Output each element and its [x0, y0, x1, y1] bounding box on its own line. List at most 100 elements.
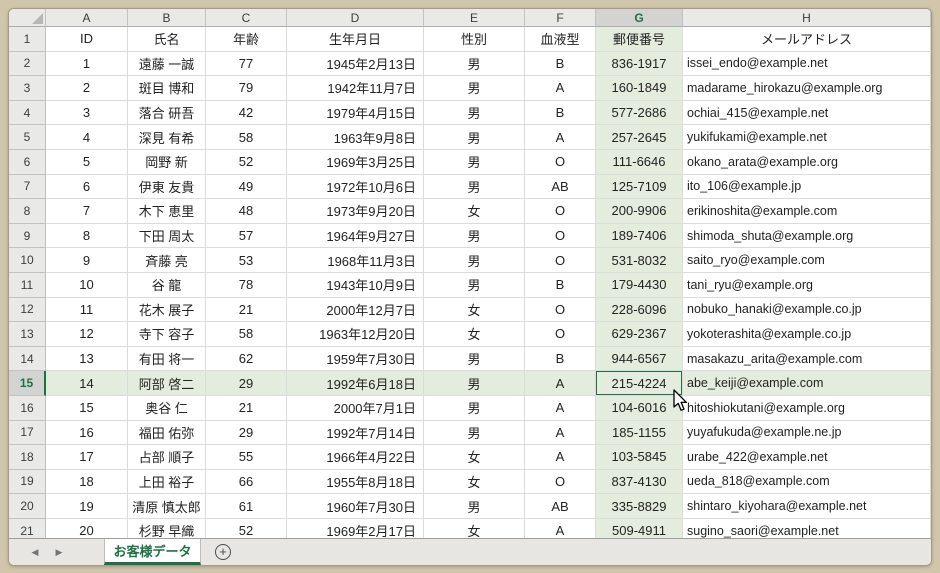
- cell-B20[interactable]: 清原 慎太郎: [128, 494, 206, 519]
- cell-F7[interactable]: AB: [525, 175, 596, 200]
- cell-C14[interactable]: 62: [206, 347, 287, 372]
- row-header-10[interactable]: 10: [9, 248, 46, 273]
- next-sheet-button[interactable]: ▶: [47, 540, 71, 565]
- cell-D9[interactable]: 1964年9月27日: [287, 224, 424, 249]
- cell-F5[interactable]: A: [525, 125, 596, 150]
- cell-F8[interactable]: O: [525, 199, 596, 224]
- cell-D4[interactable]: 1979年4月15日: [287, 101, 424, 126]
- cell-A21[interactable]: 20: [46, 519, 128, 538]
- cell-F4[interactable]: B: [525, 101, 596, 126]
- cell-C5[interactable]: 58: [206, 125, 287, 150]
- cell-B13[interactable]: 寺下 容子: [128, 322, 206, 347]
- column-header-D[interactable]: D: [287, 9, 424, 27]
- cell-B10[interactable]: 斉藤 亮: [128, 248, 206, 273]
- cell-D10[interactable]: 1968年11月3日: [287, 248, 424, 273]
- row-header-11[interactable]: 11: [9, 273, 46, 298]
- cell-H16[interactable]: hitoshiokutani@example.org: [683, 396, 931, 421]
- cell-G4[interactable]: 577-2686: [596, 101, 683, 126]
- cell-E8[interactable]: 女: [424, 199, 525, 224]
- cell-D21[interactable]: 1969年2月17日: [287, 519, 424, 538]
- cell-F21[interactable]: A: [525, 519, 596, 538]
- cell-G1[interactable]: 郵便番号: [596, 27, 683, 52]
- cell-F17[interactable]: A: [525, 421, 596, 446]
- cell-A20[interactable]: 19: [46, 494, 128, 519]
- cell-E18[interactable]: 女: [424, 445, 525, 470]
- cell-F1[interactable]: 血液型: [525, 27, 596, 52]
- cell-D6[interactable]: 1969年3月25日: [287, 150, 424, 175]
- cell-D3[interactable]: 1942年11月7日: [287, 76, 424, 101]
- cell-G20[interactable]: 335-8829: [596, 494, 683, 519]
- column-header-F[interactable]: F: [525, 9, 596, 27]
- cell-G16[interactable]: 104-6016: [596, 396, 683, 421]
- cell-H2[interactable]: issei_endo@example.net: [683, 52, 931, 77]
- cell-C18[interactable]: 55: [206, 445, 287, 470]
- row-header-20[interactable]: 20: [9, 494, 46, 519]
- cell-E7[interactable]: 男: [424, 175, 525, 200]
- row-header-5[interactable]: 5: [9, 125, 46, 150]
- add-sheet-button[interactable]: +: [201, 539, 245, 565]
- cell-D17[interactable]: 1992年7月14日: [287, 421, 424, 446]
- column-header-B[interactable]: B: [128, 9, 206, 27]
- cell-H10[interactable]: saito_ryo@example.com: [683, 248, 931, 273]
- cell-H5[interactable]: yukifukami@example.net: [683, 125, 931, 150]
- row-header-6[interactable]: 6: [9, 150, 46, 175]
- cell-E12[interactable]: 女: [424, 298, 525, 323]
- cell-H14[interactable]: masakazu_arita@example.com: [683, 347, 931, 372]
- cell-A13[interactable]: 12: [46, 322, 128, 347]
- cell-C15[interactable]: 29: [206, 371, 287, 396]
- cell-E1[interactable]: 性別: [424, 27, 525, 52]
- cell-E2[interactable]: 男: [424, 52, 525, 77]
- cell-F14[interactable]: B: [525, 347, 596, 372]
- cell-B5[interactable]: 深見 有希: [128, 125, 206, 150]
- row-header-14[interactable]: 14: [9, 347, 46, 372]
- cell-F12[interactable]: O: [525, 298, 596, 323]
- cell-A11[interactable]: 10: [46, 273, 128, 298]
- cell-A3[interactable]: 2: [46, 76, 128, 101]
- cell-D1[interactable]: 生年月日: [287, 27, 424, 52]
- row-header-16[interactable]: 16: [9, 396, 46, 421]
- cell-F20[interactable]: AB: [525, 494, 596, 519]
- row-header-13[interactable]: 13: [9, 322, 46, 347]
- cell-D5[interactable]: 1963年9月8日: [287, 125, 424, 150]
- cell-G12[interactable]: 228-6096: [596, 298, 683, 323]
- cell-A9[interactable]: 8: [46, 224, 128, 249]
- cell-D16[interactable]: 2000年7月1日: [287, 396, 424, 421]
- cell-H1[interactable]: メールアドレス: [683, 27, 931, 52]
- cell-A16[interactable]: 15: [46, 396, 128, 421]
- cell-F16[interactable]: A: [525, 396, 596, 421]
- cell-B19[interactable]: 上田 裕子: [128, 470, 206, 495]
- cell-B21[interactable]: 杉野 早織: [128, 519, 206, 538]
- cell-G2[interactable]: 836-1917: [596, 52, 683, 77]
- cell-C12[interactable]: 21: [206, 298, 287, 323]
- cell-H11[interactable]: tani_ryu@example.org: [683, 273, 931, 298]
- row-header-1[interactable]: 1: [9, 27, 46, 52]
- cell-C17[interactable]: 29: [206, 421, 287, 446]
- cell-H21[interactable]: sugino_saori@example.net: [683, 519, 931, 538]
- cell-D8[interactable]: 1973年9月20日: [287, 199, 424, 224]
- cell-F9[interactable]: O: [525, 224, 596, 249]
- cell-E19[interactable]: 女: [424, 470, 525, 495]
- cell-F18[interactable]: A: [525, 445, 596, 470]
- cell-A7[interactable]: 6: [46, 175, 128, 200]
- cell-C6[interactable]: 52: [206, 150, 287, 175]
- cell-H17[interactable]: yuyafukuda@example.ne.jp: [683, 421, 931, 446]
- cell-H12[interactable]: nobuko_hanaki@example.co.jp: [683, 298, 931, 323]
- cell-D19[interactable]: 1955年8月18日: [287, 470, 424, 495]
- prev-sheet-button[interactable]: ◀: [23, 540, 47, 565]
- cell-C21[interactable]: 52: [206, 519, 287, 538]
- cell-A2[interactable]: 1: [46, 52, 128, 77]
- cell-C3[interactable]: 79: [206, 76, 287, 101]
- row-header-8[interactable]: 8: [9, 199, 46, 224]
- row-header-9[interactable]: 9: [9, 224, 46, 249]
- cell-H6[interactable]: okano_arata@example.org: [683, 150, 931, 175]
- cell-H20[interactable]: shintaro_kiyohara@example.net: [683, 494, 931, 519]
- cell-D2[interactable]: 1945年2月13日: [287, 52, 424, 77]
- cell-H9[interactable]: shimoda_shuta@example.org: [683, 224, 931, 249]
- cell-A17[interactable]: 16: [46, 421, 128, 446]
- cell-C2[interactable]: 77: [206, 52, 287, 77]
- cell-E20[interactable]: 男: [424, 494, 525, 519]
- cell-B1[interactable]: 氏名: [128, 27, 206, 52]
- cell-B8[interactable]: 木下 恵里: [128, 199, 206, 224]
- cell-G13[interactable]: 629-2367: [596, 322, 683, 347]
- row-header-3[interactable]: 3: [9, 76, 46, 101]
